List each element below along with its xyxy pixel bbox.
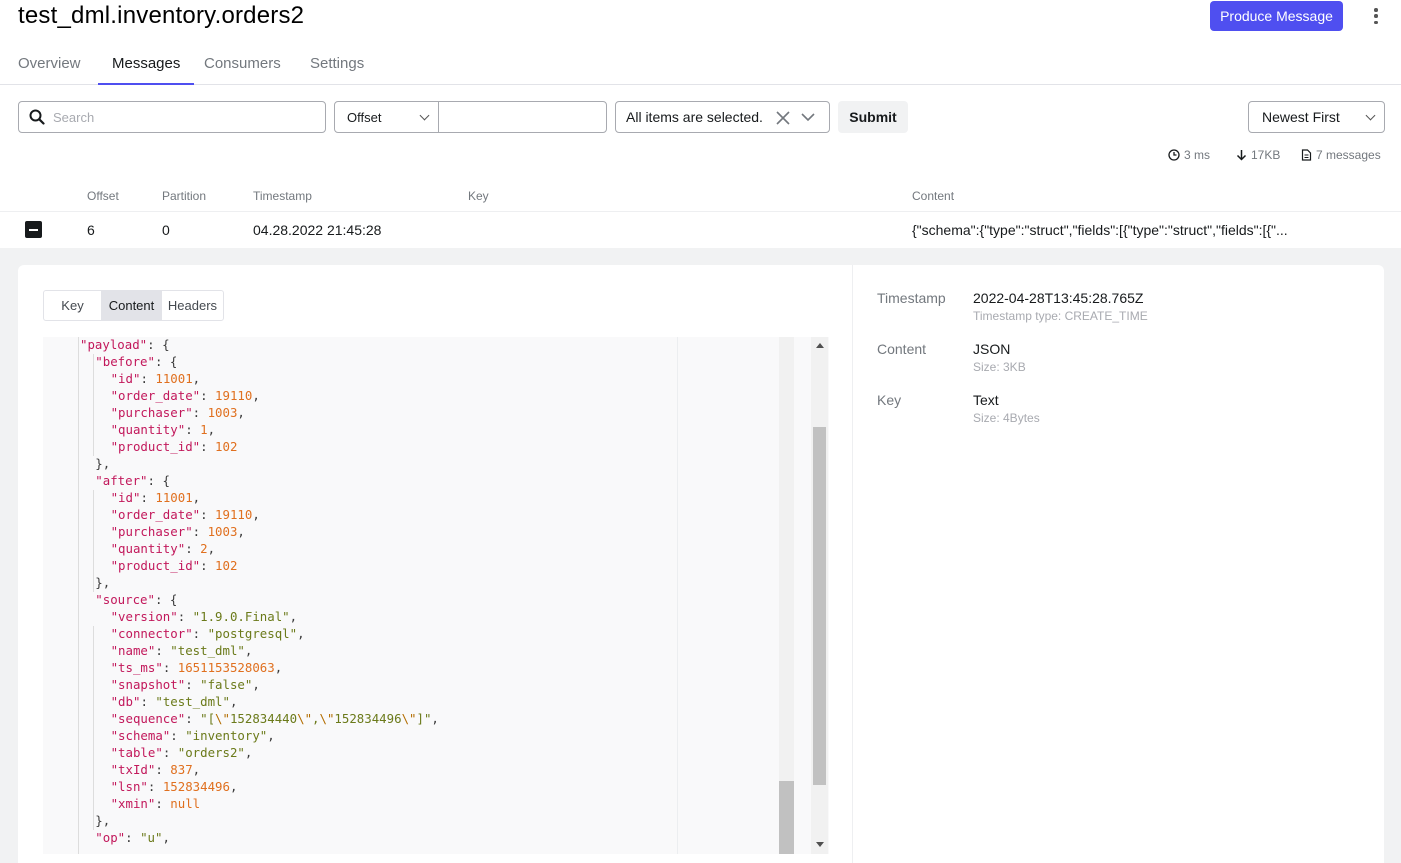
code-line: "product_id": 102 xyxy=(110,558,238,573)
detail-tabs: Key Content Headers xyxy=(43,290,224,321)
elapsed-stat: 3 ms xyxy=(1168,148,1210,162)
code-line: "quantity": 2, xyxy=(110,541,216,556)
code-line: "db": "test_dml", xyxy=(110,694,238,709)
size-stat: 17KB xyxy=(1236,148,1280,162)
col-offset: Offset xyxy=(87,189,119,203)
messages-value: 7 messages xyxy=(1316,148,1381,162)
chevron-down-icon xyxy=(419,110,430,121)
key-label: Key xyxy=(877,392,902,408)
tab-messages[interactable]: Messages xyxy=(98,55,195,85)
code-line: "before": { xyxy=(95,354,178,369)
offset-input[interactable] xyxy=(438,101,607,133)
editor-scrollbar-thumb[interactable] xyxy=(779,781,794,854)
tab-headers[interactable]: Headers xyxy=(162,291,223,320)
code-line: "id": 11001, xyxy=(110,490,201,505)
timestamp-value: 2022-04-28T13:45:28.765Z xyxy=(973,290,1144,306)
submit-button[interactable]: Submit xyxy=(838,101,908,133)
produce-message-button[interactable]: Produce Message xyxy=(1210,1,1343,31)
code-line: "snapshot": "false", xyxy=(110,677,260,692)
partitions-value: All items are selected. xyxy=(626,109,763,125)
tab-key[interactable]: Key xyxy=(44,291,101,320)
code-line: "quantity": 1, xyxy=(110,422,216,437)
editor-scrollbar[interactable] xyxy=(779,337,794,854)
code-line: }, xyxy=(95,813,111,828)
messages-table-header: Offset Partition Timestamp Key Content xyxy=(0,183,1401,212)
search-icon xyxy=(29,109,45,125)
code-line: "order_date": 19110, xyxy=(110,507,260,522)
code-line: "id": 11001, xyxy=(110,371,201,386)
row-content: {"schema":{"type":"struct","fields":[{"t… xyxy=(912,222,1288,238)
timestamp-label: Timestamp xyxy=(877,290,946,306)
row-timestamp: 04.28.2022 21:45:28 xyxy=(253,222,382,238)
code-line: "lsn": 152834496, xyxy=(110,779,238,794)
json-code: }, "payload": { "before": { "id": 11001, "or… xyxy=(80,337,439,846)
content-label: Content xyxy=(877,341,927,357)
code-line: }, xyxy=(95,575,111,590)
content-size: Size: 3KB xyxy=(973,360,1026,374)
code-line: "source": { xyxy=(95,592,178,607)
code-line: "payload": { xyxy=(80,337,170,352)
code-line: "ts_ms": 1651153528063, xyxy=(110,660,283,675)
content-type-value: JSON xyxy=(973,341,1011,357)
partitions-select[interactable]: All items are selected. xyxy=(615,101,830,133)
scroll-down-icon[interactable] xyxy=(816,842,824,847)
key-size: Size: 4Bytes xyxy=(973,411,1040,425)
clock-icon xyxy=(1168,149,1180,161)
seek-type-select[interactable]: Offset xyxy=(334,101,439,133)
code-line: "order_date": 19110, xyxy=(110,388,260,403)
elapsed-value: 3 ms xyxy=(1184,148,1211,162)
code-line: "after": { xyxy=(95,473,170,488)
seek-type-value: Offset xyxy=(347,109,382,125)
size-value: 17KB xyxy=(1251,148,1281,162)
code-line: "version": "1.9.0.Final", xyxy=(110,609,298,624)
col-content: Content xyxy=(912,189,955,203)
print-margin xyxy=(677,337,678,854)
code-line: "txId": 837, xyxy=(110,762,201,777)
col-partition: Partition xyxy=(162,189,207,203)
panel-scrollbar-thumb[interactable] xyxy=(813,427,826,785)
messages-stat: 7 messages xyxy=(1301,148,1381,162)
tab-overview[interactable]: Overview xyxy=(18,55,81,83)
code-line: "op": "u", xyxy=(95,830,170,845)
json-editor[interactable]: }, "payload": { "before": { "id": 11001, "or… xyxy=(43,337,829,854)
tab-settings[interactable]: Settings xyxy=(310,55,364,83)
code-line: "purchaser": 1003, xyxy=(110,405,245,420)
col-timestamp: Timestamp xyxy=(253,189,312,203)
document-icon xyxy=(1301,149,1312,161)
sort-select[interactable]: Newest First xyxy=(1248,101,1385,133)
tab-consumers[interactable]: Consumers xyxy=(204,55,281,83)
code-line: "connector": "postgresql", xyxy=(110,626,305,641)
chevron-down-icon xyxy=(801,113,815,122)
code-line: "table": "orders2", xyxy=(110,745,253,760)
chevron-down-icon xyxy=(1365,110,1376,121)
code-line: "schema": "inventory", xyxy=(110,728,275,743)
tab-content[interactable]: Content xyxy=(101,291,162,320)
detail-divider xyxy=(852,265,853,863)
more-options-icon[interactable] xyxy=(1368,6,1384,26)
code-line: "product_id": 102 xyxy=(110,439,238,454)
code-line: "purchaser": 1003, xyxy=(110,524,245,539)
row-offset: 6 xyxy=(87,222,95,238)
indent-guide xyxy=(78,337,79,854)
code-line: "sequence": "[\"152834440\",\"152834496\… xyxy=(110,711,439,726)
code-line: "name": "test_dml", xyxy=(110,643,253,658)
row-partition: 0 xyxy=(162,222,170,238)
search-placeholder: Search xyxy=(53,109,95,125)
scroll-up-icon[interactable] xyxy=(816,343,824,348)
timestamp-type: Timestamp type: CREATE_TIME xyxy=(973,309,1148,323)
topic-tabs: Overview Messages Consumers Settings xyxy=(0,44,1401,85)
key-type-value: Text xyxy=(973,392,999,408)
code-line: }, xyxy=(95,456,111,471)
code-line: "xmin": null xyxy=(110,796,201,811)
collapse-row-icon[interactable] xyxy=(25,221,42,238)
table-row[interactable]: 6 0 04.28.2022 21:45:28 {"schema":{"type… xyxy=(0,212,1401,248)
clear-icon[interactable] xyxy=(776,111,790,125)
page-title: test_dml.inventory.orders2 xyxy=(18,2,305,29)
col-key: Key xyxy=(468,189,489,203)
arrow-down-icon xyxy=(1236,150,1247,161)
sort-value: Newest First xyxy=(1262,109,1340,125)
search-input[interactable]: Search xyxy=(18,101,326,133)
